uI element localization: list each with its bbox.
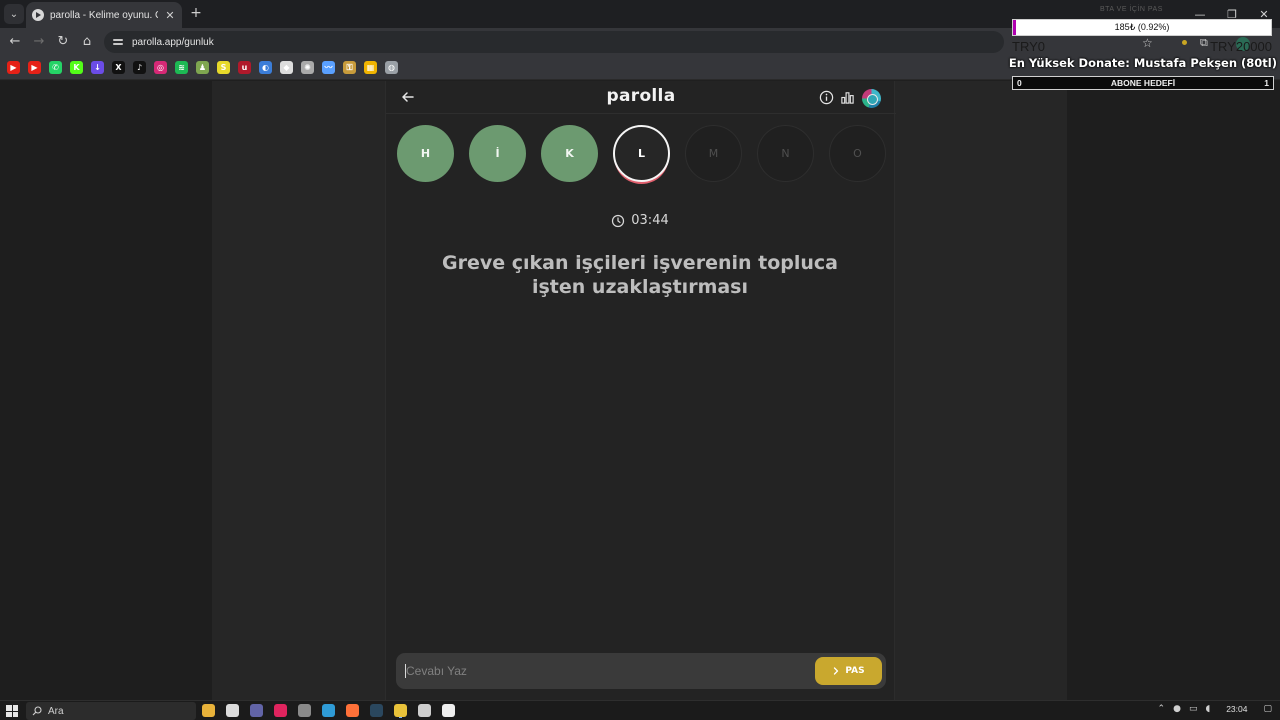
firefox-icon[interactable] bbox=[346, 704, 359, 717]
taskbar-apps bbox=[202, 704, 455, 717]
tab-search-button[interactable]: ⌄ bbox=[4, 4, 24, 24]
page-right-margin bbox=[1067, 81, 1280, 700]
settings-icon[interactable]: ✺ bbox=[301, 61, 314, 74]
teams-icon[interactable] bbox=[250, 704, 263, 717]
edge-icon[interactable] bbox=[322, 704, 335, 717]
home-icon[interactable]: ⌂ bbox=[78, 33, 96, 51]
chrome-icon[interactable] bbox=[394, 704, 407, 717]
timer: 03:44 bbox=[386, 213, 894, 228]
taskbar-search-label: Ara bbox=[48, 705, 64, 717]
letter-circle-done: İ bbox=[469, 125, 526, 182]
letter-progress: HİKLMNO bbox=[397, 125, 887, 185]
windows-start-icon[interactable] bbox=[6, 705, 18, 717]
donation-goal-min: TRY0 bbox=[1012, 39, 1045, 54]
globe-icon[interactable]: ◐ bbox=[259, 61, 272, 74]
question-line-2: işten uzaklaştırması bbox=[531, 276, 749, 298]
chevron-up-icon[interactable]: ⌃ bbox=[1158, 704, 1166, 714]
letter-circle-done: K bbox=[541, 125, 598, 182]
letter-circle-done: H bbox=[397, 125, 454, 182]
info-icon[interactable] bbox=[819, 90, 834, 105]
stream-overlay: BTA VE İÇİN PAS 185₺ (0.92%) TRY0 ☆ ⧉ TR… bbox=[1004, 0, 1280, 94]
notifications-icon[interactable]: ▢ bbox=[1263, 704, 1272, 714]
chart-icon[interactable]: 〰 bbox=[322, 61, 335, 74]
network-icon[interactable]: ▭ bbox=[1189, 704, 1198, 714]
steam-icon[interactable] bbox=[370, 704, 383, 717]
subscriber-goal-label: ABONE HEDEFİ bbox=[1110, 78, 1176, 88]
volume-icon[interactable]: ◖ bbox=[1205, 704, 1210, 714]
diamond-icon[interactable]: ◆ bbox=[280, 61, 293, 74]
timer-text: 03:44 bbox=[631, 213, 669, 228]
instagram-icon[interactable]: ◎ bbox=[154, 61, 167, 74]
profile-avatar[interactable] bbox=[862, 89, 881, 108]
grid-icon[interactable]: ▦ bbox=[364, 61, 377, 74]
forward-icon[interactable]: → bbox=[30, 33, 48, 51]
clock-time[interactable]: 23:04 bbox=[1226, 704, 1247, 714]
bookmark-star-icon[interactable]: ☆ bbox=[1142, 36, 1153, 50]
world-icon[interactable]: ◍ bbox=[385, 61, 398, 74]
capcut-icon[interactable] bbox=[442, 704, 455, 717]
search-icon bbox=[32, 706, 42, 716]
pass-button[interactable]: PAS bbox=[815, 657, 882, 685]
extension-dot-icon[interactable] bbox=[1182, 40, 1187, 45]
taskbar-search[interactable]: Ara bbox=[26, 702, 196, 720]
question-line-1: Greve çıkan işçileri işverenin topluca bbox=[442, 252, 838, 274]
back-icon[interactable]: ← bbox=[6, 33, 24, 51]
text-caret bbox=[405, 664, 406, 678]
terminal-icon[interactable] bbox=[298, 704, 311, 717]
obs-icon[interactable] bbox=[418, 704, 431, 717]
subscriber-goal-max: 1 bbox=[1264, 78, 1269, 88]
browser-tab[interactable]: parolla - Kelime oyunu. Günlük ✕ bbox=[26, 2, 182, 28]
site-info-icon[interactable] bbox=[112, 36, 124, 48]
stats-icon[interactable] bbox=[840, 90, 855, 105]
clock-icon bbox=[612, 214, 625, 227]
new-tab-button[interactable]: + bbox=[188, 5, 204, 21]
overlay-faint-header: BTA VE İÇİN PAS bbox=[1100, 6, 1163, 13]
youtube-icon[interactable]: ▶ bbox=[28, 61, 41, 74]
tab-title: parolla - Kelime oyunu. Günlük bbox=[50, 9, 158, 21]
file-explorer-icon[interactable] bbox=[202, 704, 215, 717]
spotify-icon[interactable]: ≋ bbox=[175, 61, 188, 74]
letter-circle-pending: N bbox=[757, 125, 814, 182]
app-red-icon[interactable] bbox=[274, 704, 287, 717]
donation-goal-max: TRY20000 bbox=[1210, 39, 1272, 54]
page-left-margin bbox=[0, 81, 212, 700]
letter-circle-pending: M bbox=[685, 125, 742, 182]
answer-input[interactable] bbox=[406, 653, 806, 689]
donation-goal-text: 185₺ (0.92%) bbox=[1114, 22, 1170, 32]
whatsapp-icon[interactable]: ✆ bbox=[49, 61, 62, 74]
windows-taskbar: Ara ⌃ ● ▭ ◖ 23:04 ▢ bbox=[0, 700, 1280, 720]
chess-icon[interactable]: ♟ bbox=[196, 61, 209, 74]
app-header: parolla bbox=[386, 81, 896, 114]
extensions-icon[interactable]: ⧉ bbox=[1200, 36, 1208, 50]
kick-icon[interactable]: K bbox=[70, 61, 83, 74]
url-text: parolla.app/gunluk bbox=[132, 36, 214, 48]
microphone-icon[interactable]: ● bbox=[1173, 704, 1181, 714]
page: parolla HİKLMNO 03:44 Greve çıkan işçile bbox=[0, 81, 1280, 700]
top-donate-text: En Yüksek Donate: Mustafa Pekşen (80tl) bbox=[1008, 56, 1277, 70]
system-tray: ⌃ ● ▭ ◖ 23:04 ▢ bbox=[1158, 704, 1272, 714]
ublock-icon[interactable]: u bbox=[238, 61, 251, 74]
parolla-favicon-icon bbox=[32, 9, 44, 21]
parolla-app: parolla HİKLMNO 03:44 Greve çıkan işçile bbox=[385, 81, 896, 700]
key-icon[interactable]: ⚿ bbox=[343, 61, 356, 74]
letter-circle-current: L bbox=[613, 125, 670, 182]
download-icon[interactable]: ↓ bbox=[91, 61, 104, 74]
youtube-icon[interactable]: ▶ bbox=[7, 61, 20, 74]
reload-icon[interactable]: ↻ bbox=[54, 33, 72, 51]
tiktok-icon[interactable]: ♪ bbox=[133, 61, 146, 74]
streamlabs-icon[interactable]: S bbox=[217, 61, 230, 74]
x-icon[interactable]: X bbox=[112, 61, 125, 74]
subscriber-goal-bar: 0 ABONE HEDEFİ 1 bbox=[1012, 76, 1274, 90]
chevron-right-icon bbox=[834, 667, 839, 675]
question-text: Greve çıkan işçileri işverenin topluca i… bbox=[426, 251, 854, 299]
pass-button-label: PAS bbox=[845, 666, 865, 676]
donation-goal-bar: 185₺ (0.92%) bbox=[1012, 19, 1272, 36]
answer-bar: PAS bbox=[396, 653, 886, 689]
address-bar[interactable]: parolla.app/gunluk bbox=[104, 31, 1004, 53]
store-icon[interactable] bbox=[226, 704, 239, 717]
tab-close-icon[interactable]: ✕ bbox=[164, 9, 176, 22]
letter-circle-pending: O bbox=[829, 125, 886, 182]
